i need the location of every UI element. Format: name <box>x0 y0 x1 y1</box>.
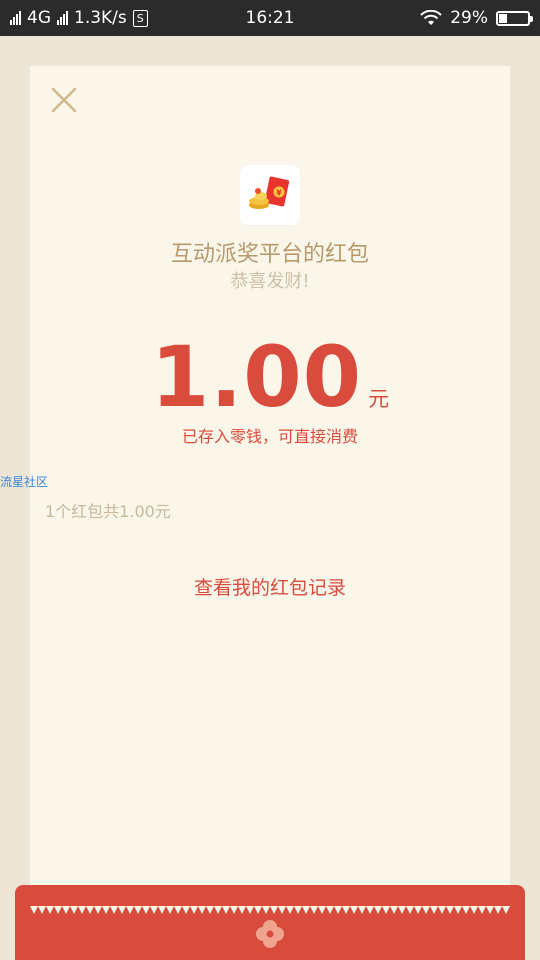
battery-level <box>499 13 508 23</box>
signal-icon-2 <box>57 11 68 25</box>
view-records-link[interactable]: 查看我的红包记录 <box>30 573 510 600</box>
close-button[interactable] <box>50 86 78 114</box>
amount-display: 1.00 元 <box>30 328 510 426</box>
wifi-icon <box>420 10 442 25</box>
status-left: 4G 1.3K/s S <box>10 8 148 28</box>
red-envelope-app-icon: ¥ <box>240 165 300 225</box>
packet-count-text: 1个红包共1.00元 <box>45 502 171 521</box>
deposit-note: 已存入零钱，可直接消费 <box>181 427 358 446</box>
greeting-text: 恭喜发财! <box>230 271 310 292</box>
amount-value: 1.00 <box>150 328 363 426</box>
network-type: 4G <box>27 8 51 28</box>
s-app-icon: S <box>132 9 148 27</box>
svg-text:¥: ¥ <box>276 189 282 198</box>
status-bar: 4G 1.3K/s S 16:21 29% <box>0 0 540 36</box>
battery-icon <box>496 10 533 26</box>
flower-icon[interactable] <box>254 918 286 950</box>
coins-envelope-graphic: ¥ <box>249 176 290 209</box>
zigzag-edge <box>30 906 510 914</box>
red-packet-card: ¥ 互动派奖平台的红包 恭喜发财! 1.00 元 已存入零钱，可直接消费 1个红包… <box>30 66 510 912</box>
network-speed: 1.3K/s <box>74 8 127 28</box>
watermark-text: 流星社区 <box>0 475 49 489</box>
close-icon <box>51 87 77 113</box>
signal-icon <box>10 11 21 25</box>
battery-percent: 29% <box>450 8 488 28</box>
sender-title: 互动派奖平台的红包 <box>170 242 369 267</box>
amount-unit: 元 <box>368 387 390 411</box>
status-right: 29% <box>420 8 533 28</box>
